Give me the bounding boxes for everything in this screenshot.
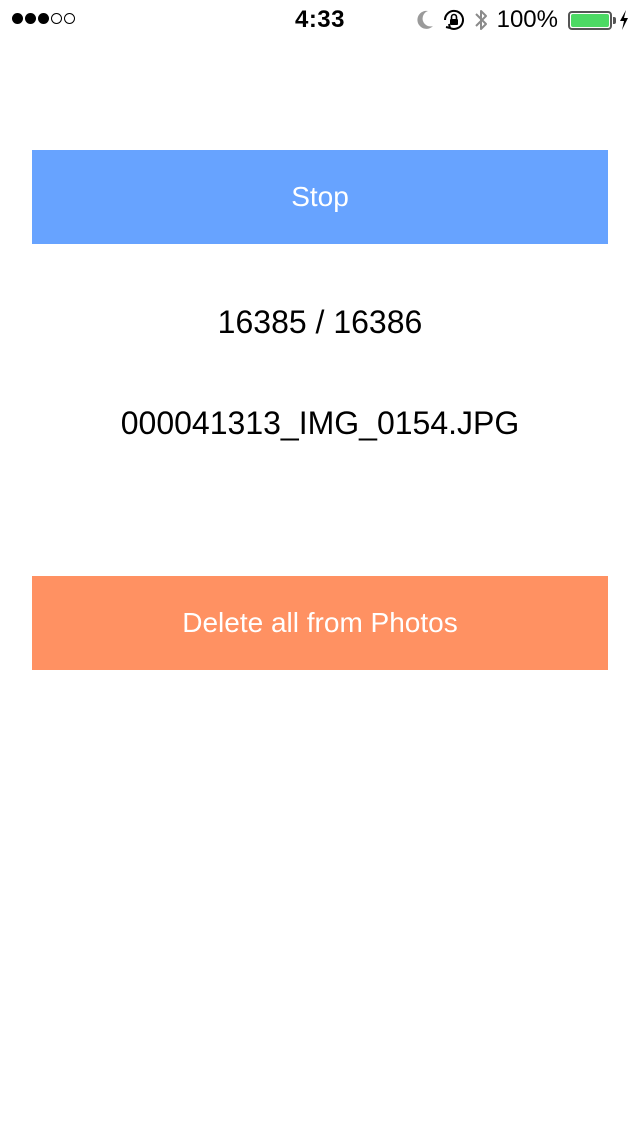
stop-button[interactable]: Stop — [32, 150, 608, 244]
moon-icon — [415, 9, 435, 31]
progress-counter: 16385 / 16386 — [217, 304, 423, 340]
battery-tip — [613, 16, 616, 24]
bluetooth-icon — [473, 7, 489, 33]
status-right-icons: 100% — [415, 5, 630, 35]
battery-percent: 100% — [496, 6, 558, 33]
charging-bolt-icon — [618, 9, 630, 31]
delete-all-button[interactable]: Delete all from Photos — [32, 576, 608, 670]
battery-icon — [568, 10, 616, 30]
orientation-lock-icon — [441, 7, 467, 33]
battery-fill — [571, 13, 609, 27]
current-filename: 000041313_IMG_0154.JPG — [120, 405, 520, 441]
status-bar: 4:33 100% — [0, 0, 640, 40]
